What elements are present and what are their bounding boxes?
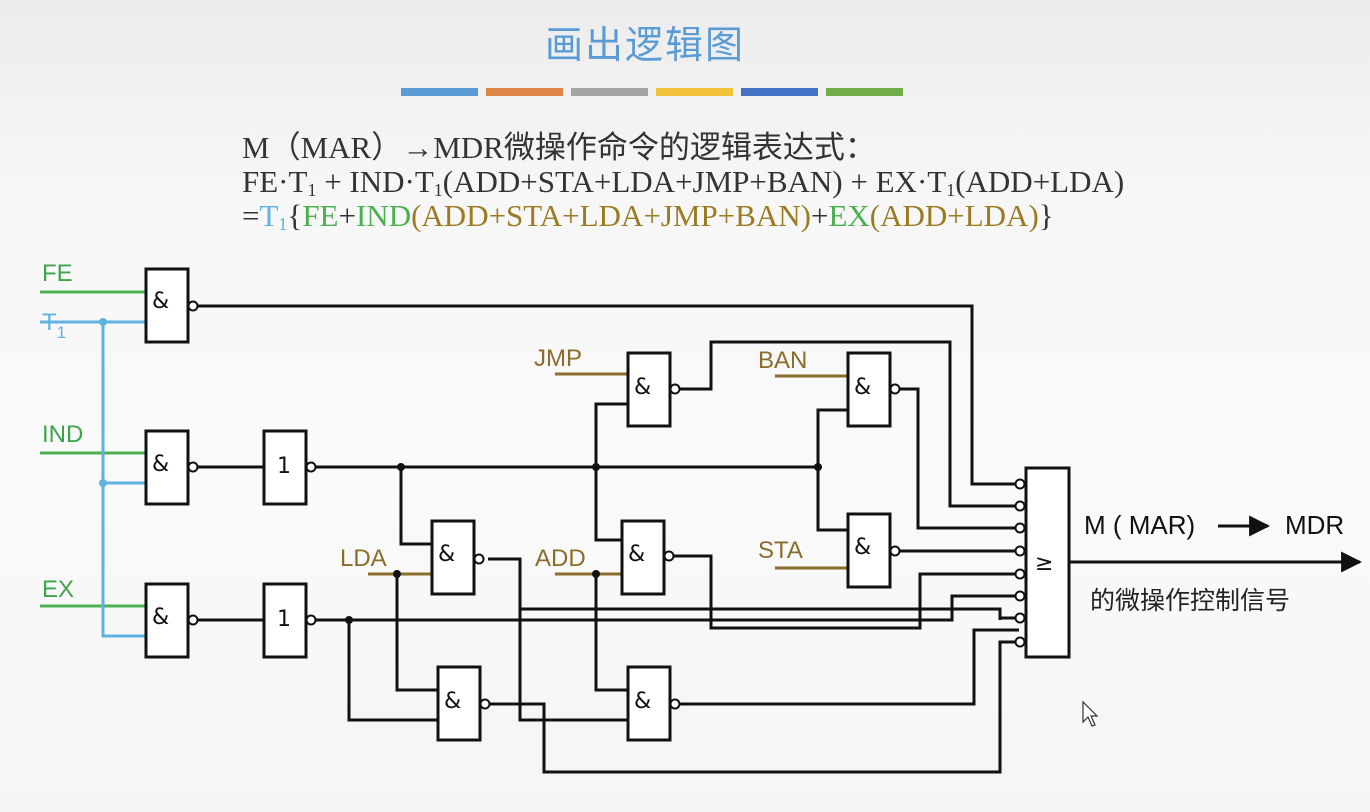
- input-label-add: ADD: [535, 545, 586, 572]
- input-label-lda: LDA: [340, 545, 387, 572]
- svg-text:&: &: [152, 452, 169, 477]
- and-gate-ind: &: [144, 429, 199, 506]
- and-gate-sta: &: [846, 512, 901, 589]
- logic-circuit: FE T1 IND EX JMP BAN LDA ADD STA & & & 1…: [40, 260, 1363, 774]
- svg-text:≥: ≥: [1035, 551, 1053, 576]
- svg-text:&: &: [634, 689, 651, 714]
- mouse-cursor-icon: [1082, 700, 1099, 727]
- input-label-fe: FE: [42, 260, 73, 287]
- and-gate-lda: &: [430, 519, 485, 596]
- svg-text:&: &: [152, 289, 169, 314]
- svg-text:&: &: [628, 542, 645, 567]
- junction-dot: [99, 479, 107, 487]
- and-gate-jmp: &: [626, 351, 681, 428]
- svg-text:&: &: [634, 375, 651, 400]
- svg-text:1: 1: [277, 454, 291, 479]
- svg-text:&: &: [854, 535, 871, 560]
- and-gate-add: &: [620, 519, 675, 596]
- input-label-ex: EX: [42, 576, 74, 603]
- input-label-sta: STA: [758, 537, 803, 564]
- output-caption: 的微操作控制信号: [1090, 586, 1290, 615]
- input-label-t1: T1: [42, 309, 66, 342]
- and-gate-ex-add: &: [626, 665, 681, 742]
- svg-text:&: &: [444, 689, 461, 714]
- output-label-target: MDR: [1285, 510, 1344, 540]
- junction-dot: [99, 318, 107, 326]
- output-label-source: M ( MAR): [1084, 510, 1195, 540]
- not-gate-ex: 1: [262, 582, 317, 659]
- svg-text:&: &: [152, 605, 169, 630]
- and-gate-ex-lda: &: [436, 665, 491, 742]
- not-gate-ind: 1: [262, 429, 317, 506]
- svg-text:&: &: [854, 375, 871, 400]
- and-gate-fe: &: [144, 267, 199, 344]
- and-gate-ban: &: [846, 351, 901, 428]
- and-gate-ex: &: [144, 582, 199, 659]
- input-label-jmp: JMP: [534, 345, 582, 372]
- svg-text:&: &: [438, 542, 455, 567]
- input-label-ind: IND: [42, 421, 83, 448]
- svg-text:1: 1: [277, 607, 291, 632]
- or-gate-output: ≥: [1014, 466, 1071, 659]
- input-label-ban: BAN: [758, 347, 807, 374]
